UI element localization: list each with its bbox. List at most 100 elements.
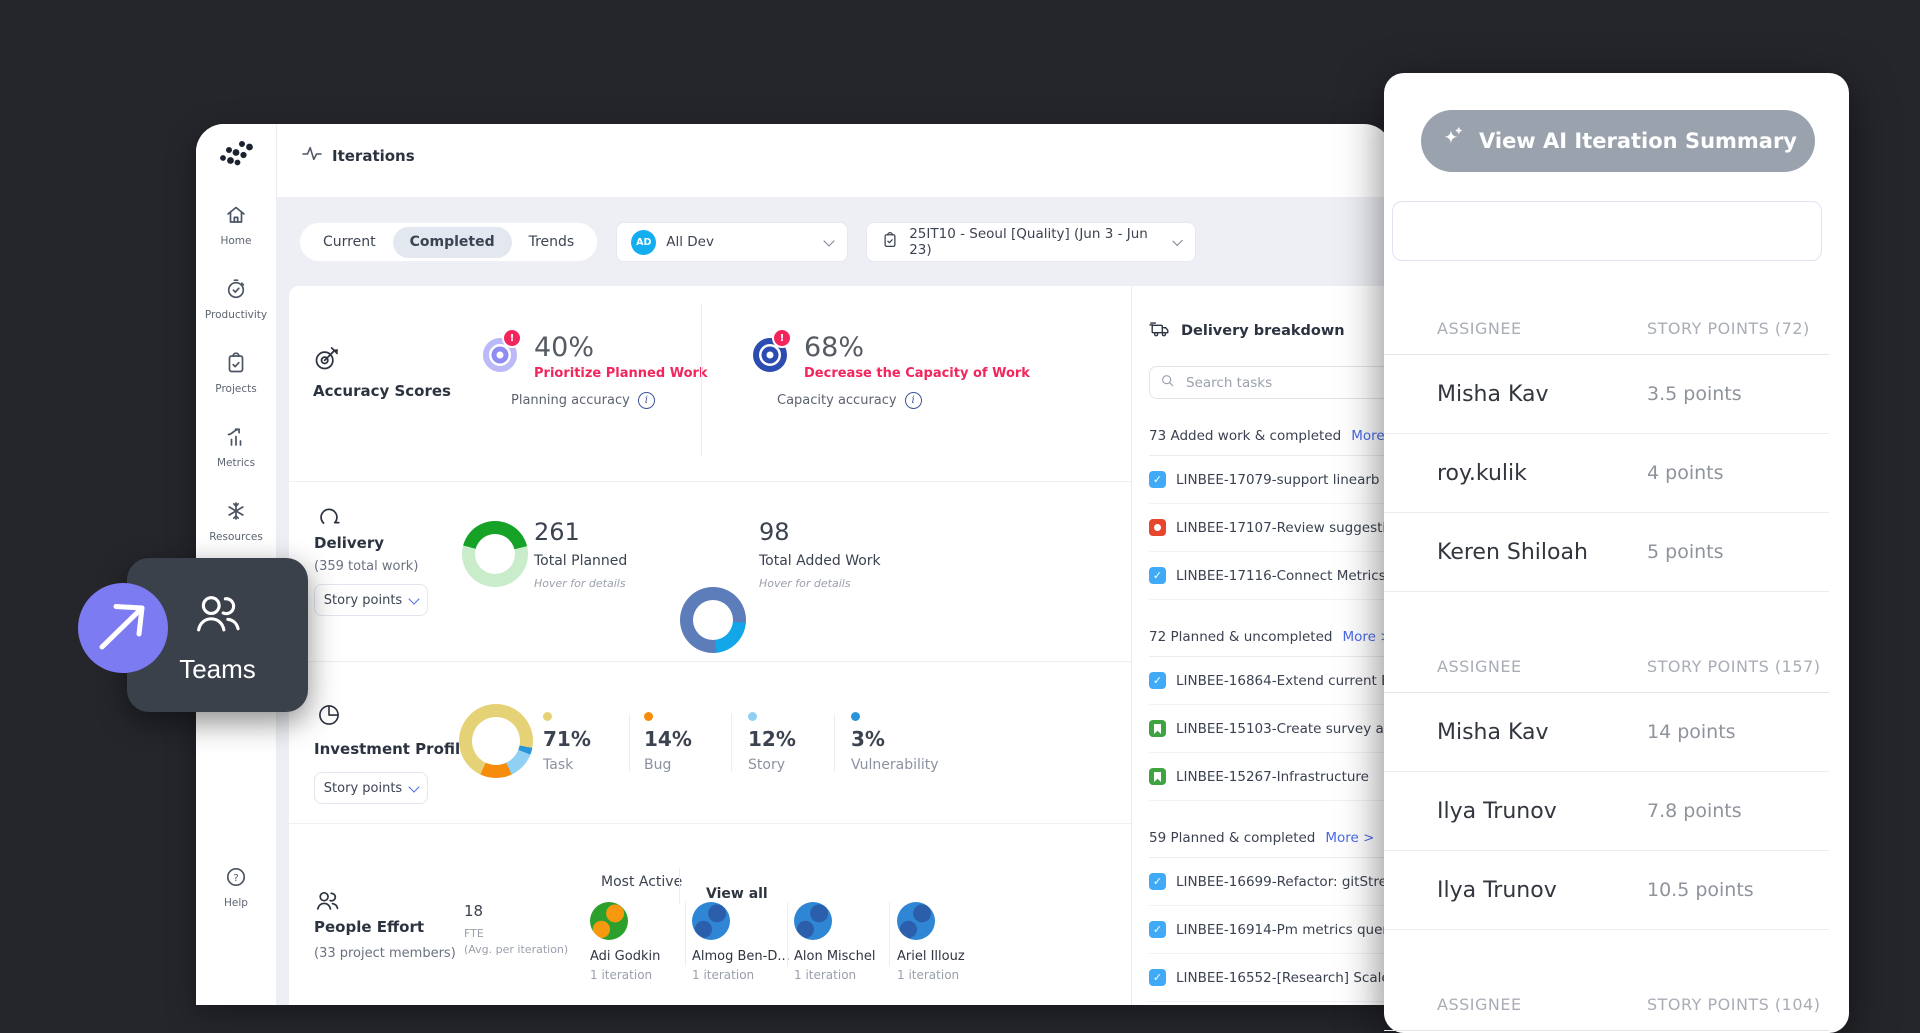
task-title: LINBEE-17079-support linearb AI for	[1176, 472, 1392, 488]
total-added-donut[interactable]	[680, 587, 746, 653]
sidebar-item-label: Resources	[209, 531, 263, 543]
group-count-label: 73 Added work & completed	[1149, 428, 1341, 444]
capacity-accuracy-caption: Capacity accuracy	[777, 392, 922, 409]
task-type-icon	[1149, 720, 1166, 737]
breakdown-group: 72 Planned & uncompletedMore > LINBEE-16…	[1149, 618, 1392, 801]
divider	[731, 714, 732, 772]
more-link[interactable]: More >	[1325, 830, 1374, 846]
task-type-icon	[1149, 969, 1166, 986]
search-tasks-box[interactable]	[1149, 366, 1392, 399]
group-count-label: 59 Planned & completed	[1149, 830, 1315, 846]
divider	[629, 714, 630, 772]
tab-current[interactable]: Current	[306, 223, 393, 261]
task-row[interactable]: LINBEE-17079-support linearb AI for	[1149, 456, 1392, 504]
view-all-link[interactable]: View all	[706, 886, 768, 902]
assignee-name: Ilya Trunov	[1437, 799, 1647, 824]
chevron-down-icon	[409, 781, 420, 792]
most-active-label: Most Active	[601, 874, 682, 890]
task-row[interactable]: LINBEE-17107-Review suggestion line	[1149, 504, 1392, 552]
member-name: Alon Mischel	[794, 949, 875, 964]
assignee-name: Misha Kav	[1437, 720, 1647, 745]
chevron-down-icon	[409, 593, 420, 604]
table-header: ASSIGNEE STORY POINTS (104)	[1384, 979, 1829, 1031]
iteration-summary-card: Accuracy Scores ! 40% Prioritize Planned…	[289, 286, 1392, 1005]
delivery-loop-icon	[316, 504, 342, 534]
iteration-select[interactable]: 25IT10 - Seoul [Quality] (Jun 3 - Jun 23…	[866, 222, 1196, 262]
task-title: LINBEE-16914-Pm metrics query ehnc	[1176, 922, 1392, 938]
table-row[interactable]: Keren Shiloah5 points	[1384, 513, 1829, 592]
pulse-icon	[301, 145, 323, 167]
sidebar-item-label: Help	[224, 897, 248, 909]
divider	[679, 868, 680, 904]
task-row[interactable]: LINBEE-15267-Infrastructure	[1149, 753, 1392, 801]
task-color-dot	[543, 712, 552, 721]
planning-accuracy-metric: ! 40% Prioritize Planned Work	[479, 332, 708, 381]
section-title: Delivery	[314, 534, 384, 552]
stat-bug: 14% Bug	[644, 712, 692, 773]
sidebar-item-resources[interactable]: Resources	[209, 499, 263, 543]
divider	[685, 902, 686, 966]
sidebar-item-projects[interactable]: Projects	[215, 351, 256, 395]
planning-accuracy-message: Prioritize Planned Work	[534, 366, 708, 381]
view-ai-summary-button[interactable]: View AI Iteration Summary	[1421, 110, 1815, 172]
team-avatar-badge: AD	[631, 230, 656, 255]
sidebar-item-home[interactable]: Home	[220, 203, 251, 247]
task-type-icon	[1149, 873, 1166, 890]
assignee-name: roy.kulik	[1437, 461, 1647, 486]
delivery-unit-select[interactable]: Story points	[314, 584, 428, 616]
table-header: ASSIGNEE STORY POINTS (72)	[1384, 303, 1829, 355]
task-row[interactable]: LINBEE-17116-Connect Metrics Inspec	[1149, 552, 1392, 600]
sidebar-item-productivity[interactable]: Productivity	[205, 277, 267, 321]
avatar[interactable]	[794, 902, 832, 940]
team-select[interactable]: AD All Dev	[616, 222, 848, 262]
planning-target-icon: !	[479, 332, 521, 374]
table-row[interactable]: Misha Kav14 points	[1384, 693, 1829, 772]
sidebar-item-metrics[interactable]: Metrics	[217, 425, 255, 469]
total-added-value: 98	[759, 518, 790, 546]
delivery-total-label: (359 total work)	[314, 559, 418, 574]
task-row[interactable]: LINBEE-15103-Create survey and sele	[1149, 705, 1392, 753]
table-row[interactable]: Ilya Trunov7.8 points	[1384, 772, 1829, 851]
clipboard-check-icon	[881, 231, 899, 253]
stat-vulnerability: 3% Vulnerability	[851, 712, 939, 773]
avatar[interactable]	[692, 902, 730, 940]
story-points: 14 points	[1647, 721, 1736, 743]
member-name: Ariel Illouz	[897, 949, 965, 964]
investment-donut[interactable]	[459, 704, 533, 778]
table-header: ASSIGNEE STORY POINTS (157)	[1384, 641, 1829, 693]
story-points: 7.8 points	[1647, 800, 1742, 822]
capacity-target-icon: !	[749, 332, 791, 374]
task-row[interactable]: LINBEE-16699-Refactor: gitStream re	[1149, 858, 1392, 906]
task-type-icon	[1149, 567, 1166, 584]
iteration-view-tabs: Current Completed Trends	[299, 222, 598, 262]
task-title: LINBEE-16552-[Research] Scale up co	[1176, 970, 1392, 986]
tab-trends[interactable]: Trends	[512, 223, 592, 261]
info-icon[interactable]	[638, 392, 655, 409]
member-card: Ariel Illouz 1 iteration	[897, 902, 965, 982]
info-icon[interactable]	[905, 392, 922, 409]
table-row[interactable]: Misha Kav3.5 points	[1384, 355, 1829, 434]
iteration-summary-input[interactable]	[1392, 201, 1822, 261]
task-row[interactable]: LINBEE-16552-[Research] Scale up co	[1149, 954, 1392, 1002]
total-planned-label: Total Planned	[534, 553, 627, 569]
home-icon	[224, 203, 248, 231]
linearb-logo[interactable]	[216, 139, 256, 173]
app-window: Home Productivity Projects Metrics Resou…	[196, 124, 1392, 1005]
task-row[interactable]: LINBEE-16864-Extend current E2E int	[1149, 657, 1392, 705]
task-type-icon	[1149, 672, 1166, 689]
search-input[interactable]	[1184, 374, 1368, 392]
tab-completed[interactable]: Completed	[393, 227, 512, 258]
table-row[interactable]: roy.kulik4 points	[1384, 434, 1829, 513]
avatar[interactable]	[590, 902, 628, 940]
table-row[interactable]: Ilya Trunov10.5 points	[1384, 851, 1829, 930]
investment-unit-select[interactable]: Story points	[314, 772, 428, 804]
avatar[interactable]	[897, 902, 935, 940]
total-planned-donut[interactable]	[462, 521, 528, 587]
task-row[interactable]: LINBEE-16914-Pm metrics query ehnc	[1149, 906, 1392, 954]
story-points: 5 points	[1647, 541, 1723, 563]
arrow-up-right-icon	[78, 583, 168, 673]
sidebar-item-help[interactable]: ? Help	[224, 865, 248, 909]
sidebar-item-label: Projects	[215, 383, 256, 395]
accuracy-dart-icon	[313, 344, 341, 376]
member-card: Adi Godkin 1 iteration	[590, 902, 660, 982]
